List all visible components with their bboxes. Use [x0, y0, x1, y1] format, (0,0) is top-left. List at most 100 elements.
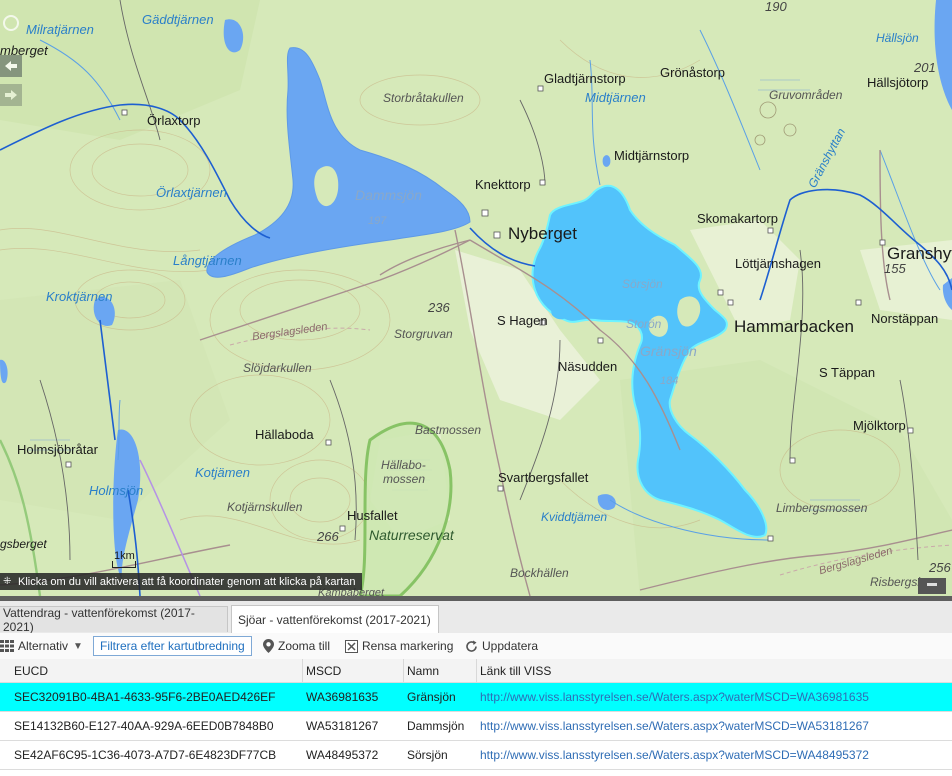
label-kviddtjarnen: Kviddtjämen: [541, 510, 608, 524]
label-bastmossen: Bastmossen: [415, 423, 482, 437]
label-svartbergsfallet: Svartbergsfallet: [498, 470, 589, 485]
cell-eucd: SEC32091B0-4BA1-4633-95F6-2BE0AED426EF: [14, 690, 276, 704]
label-hallabomossen-1: Hällabo-: [381, 458, 426, 472]
label-hallabomossen-2: mossen: [383, 472, 426, 486]
filter-by-extent-button[interactable]: Filtrera efter kartutbredning: [93, 636, 252, 656]
label-holmsjon: Holmsjön: [89, 483, 144, 498]
label-bockhallen: Bockhällen: [510, 566, 569, 580]
label-skomakartorp: Skomakartorp: [697, 211, 778, 226]
cell-mscd: WA53181267: [306, 719, 379, 733]
label-dammsjon: Dammsjön: [355, 187, 422, 203]
label-knekttorp: Knekttorp: [475, 177, 531, 192]
attribute-table-tabs: Vattendrag - vattenförekomst (2017-2021)…: [0, 601, 952, 634]
table-row[interactable]: SE14132B60-E127-40AA-929A-6EED0B7848B0 W…: [0, 712, 952, 741]
label-gransjon: Gränsjön: [640, 343, 697, 359]
label-storgruvan: Storgruvan: [394, 327, 453, 341]
label-stappan: S Täppan: [819, 365, 876, 380]
table-row[interactable]: SE42AF6C95-1C36-4073-A7D7-6E4823DF77CB W…: [0, 741, 952, 770]
tab-vattendrag[interactable]: Vattendrag - vattenförekomst (2017-2021): [0, 605, 228, 634]
table-header-row: EUCD MSCD Namn Länk till VISS: [0, 659, 952, 683]
label-sorsjon: Sörsjön: [622, 277, 663, 291]
label-256: 256: [929, 560, 951, 575]
table-row[interactable]: SEC32091B0-4BA1-4633-95F6-2BE0AED426EF W…: [0, 683, 952, 712]
cell-viss-link[interactable]: http://www.viss.lansstyrelsen.se/Waters.…: [480, 683, 869, 711]
refresh-icon: [466, 640, 477, 652]
label-naturreservat: Naturreservat: [369, 527, 454, 543]
tab-label: Sjöar - vattenförekomst (2017-2021): [238, 612, 431, 627]
cell-name: Dammsjön: [407, 719, 465, 733]
cell-mscd: WA36981635: [306, 690, 379, 704]
map-pin-icon: [263, 639, 274, 653]
cell-name: Sörsjön: [407, 748, 448, 762]
attribute-table: EUCD MSCD Namn Länk till VISS SEC32091B0…: [0, 659, 952, 776]
grid-icon: [0, 640, 14, 652]
cell-viss-link[interactable]: http://www.viss.lansstyrelsen.se/Waters.…: [480, 741, 869, 769]
locate-button[interactable]: [0, 12, 22, 34]
filter-label: Filtrera efter kartutbredning: [100, 639, 245, 653]
cell-eucd: SE42AF6C95-1C36-4073-A7D7-6E4823DF77CB: [14, 748, 277, 762]
label-gladtjarnstorp: Gladtjärnstorp: [544, 71, 626, 86]
label-gruvomraden: Gruvområden: [769, 88, 843, 102]
tab-label: Vattendrag - vattenförekomst (2017-2021): [3, 605, 195, 634]
label-midtjarnstorp: Midtjärnstorp: [614, 148, 690, 163]
label-gaddtjarnen: Gäddtjärnen: [142, 12, 214, 27]
map-view[interactable]: Gäddtjärnen Milratjärnen mberget Örlaxto…: [0, 0, 952, 596]
label-gransjon-elev: 184: [660, 375, 679, 387]
back-button[interactable]: [0, 55, 22, 77]
label-limbergsmossen: Limbergsmossen: [776, 501, 868, 515]
label-holmsjobratar: Holmsjöbråtar: [17, 442, 98, 457]
locate-icon: [3, 15, 19, 31]
column-header-namn[interactable]: Namn: [407, 659, 439, 682]
label-milratjarnen: Milratjärnen: [26, 22, 94, 37]
label-190: 190: [765, 0, 787, 14]
column-header-eucd[interactable]: EUCD: [14, 659, 48, 682]
zoom-to-label: Zooma till: [278, 639, 331, 653]
coordinate-hint-text: Klicka om du vill aktivera att få koordi…: [18, 575, 356, 588]
cell-eucd: SE14132B60-E127-40AA-929A-6EED0B7848B0: [14, 719, 274, 733]
column-header-mscd[interactable]: MSCD: [306, 659, 341, 682]
forward-button[interactable]: [0, 84, 22, 106]
label-266: 266: [317, 529, 339, 544]
label-midtjarnen: Midtjärnen: [585, 90, 646, 105]
coordinate-hint-button[interactable]: ⁜ Klicka om du vill aktivera att få koor…: [0, 573, 362, 590]
refresh-label: Uppdatera: [482, 639, 539, 653]
clear-selection-icon: [345, 639, 358, 653]
label-granshyt: Granshyt: [887, 244, 952, 263]
column-divider[interactable]: [403, 659, 404, 682]
clear-selection-button[interactable]: Rensa markering: [345, 637, 453, 655]
label-mjolktorp: Mjölktorp: [853, 418, 906, 433]
label-236: 236: [428, 300, 450, 315]
label-shagen: S Hagen: [497, 313, 548, 328]
clear-selection-label: Rensa markering: [362, 639, 454, 653]
label-husfallet: Husfallet: [347, 508, 398, 523]
arrow-left-icon: [5, 61, 17, 71]
label-slojdarkullen: Slöjdarkullen: [243, 361, 312, 375]
crosshair-icon: ⁜: [3, 576, 12, 587]
arrow-right-icon: [5, 90, 17, 100]
label-storon: Storön: [626, 317, 662, 331]
options-label: Alternativ: [18, 639, 69, 653]
label-nasudden: Näsudden: [558, 359, 618, 374]
zoom-to-button[interactable]: Zooma till: [263, 637, 330, 655]
label-155: 155: [884, 261, 906, 276]
options-menu-button[interactable]: Alternativ ▼: [0, 637, 83, 655]
column-divider[interactable]: [302, 659, 303, 682]
cell-name: Gränsjön: [407, 690, 456, 704]
label-201: 201: [914, 60, 936, 75]
scale-bar: [112, 561, 136, 568]
column-header-viss-link[interactable]: Länk till VISS: [480, 659, 551, 682]
label-hallsjon: Hällsjön: [876, 31, 919, 45]
label-kotjarnskullen: Kotjärnskullen: [227, 500, 303, 514]
refresh-button[interactable]: Uppdatera: [465, 637, 538, 655]
label-langtjarnen: Långtjärnen: [173, 253, 242, 268]
splitter-grip-icon[interactable]: ▬: [918, 578, 946, 594]
table-toolbar: Alternativ ▼ Filtrera efter kartutbredni…: [0, 633, 952, 660]
cell-viss-link[interactable]: http://www.viss.lansstyrelsen.se/Waters.…: [480, 712, 869, 740]
cell-mscd: WA48495372: [306, 748, 379, 762]
chevron-down-icon: ▼: [73, 640, 83, 652]
label-storbratakullen: Storbråtakullen: [383, 91, 464, 105]
label-orlaxtorp: Örlaxtorp: [147, 113, 201, 128]
column-divider[interactable]: [476, 659, 477, 682]
tab-sjoar[interactable]: Sjöar - vattenförekomst (2017-2021): [231, 605, 439, 633]
label-kroktjarnen: Kroktjärnen: [46, 289, 113, 304]
